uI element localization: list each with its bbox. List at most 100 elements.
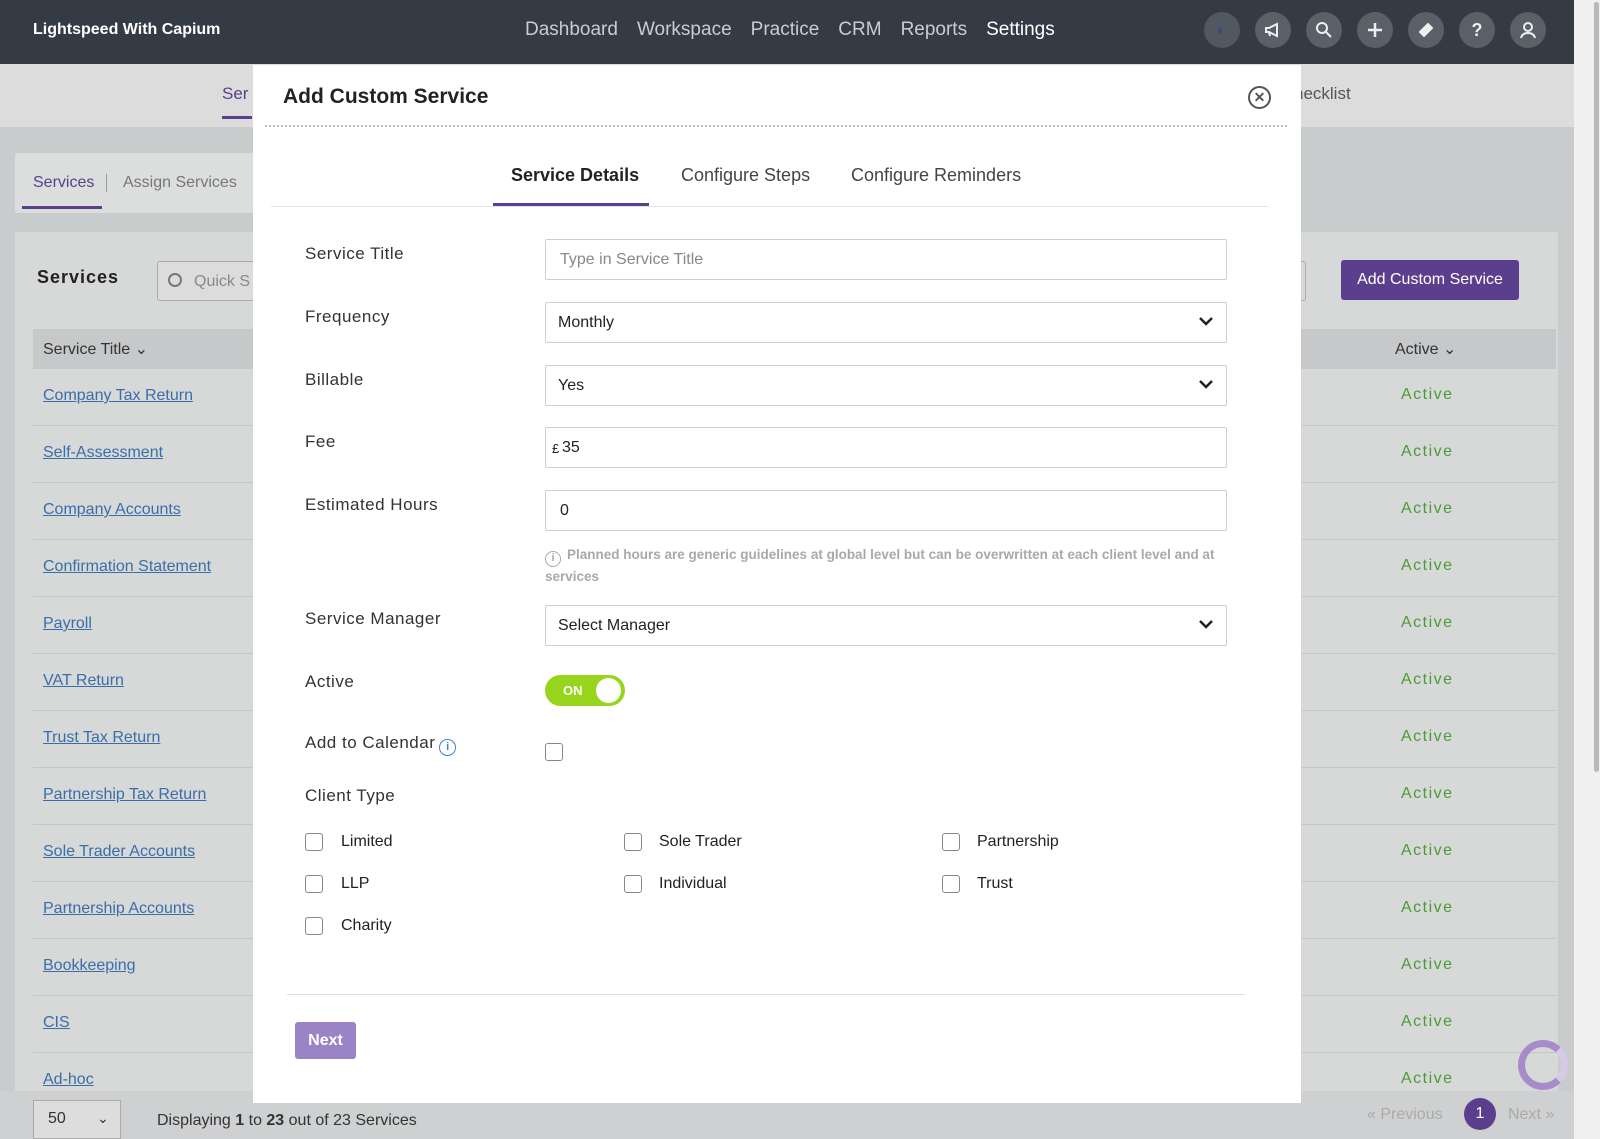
service-title-link[interactable]: Partnership Accounts [43, 900, 194, 918]
active-label: Active [305, 672, 355, 691]
service-title-link[interactable]: Partnership Tax Return [43, 786, 206, 804]
fee-input[interactable]: £ 35 [545, 427, 1227, 468]
toggle-state-text: ON [563, 683, 583, 698]
frequency-select[interactable]: Monthly [545, 302, 1227, 343]
plus-icon[interactable] [1357, 12, 1393, 48]
tab-assign-services[interactable]: Assign Services [123, 174, 237, 192]
chevron-down-icon: ⌄ [97, 1110, 109, 1126]
service-title-link[interactable]: Bookkeeping [43, 957, 136, 975]
nav-crm[interactable]: CRM [838, 19, 881, 41]
pagination-next[interactable]: Next » [1508, 1106, 1554, 1124]
client-type-charity-checkbox[interactable] [305, 917, 323, 935]
client-type-trust-checkbox[interactable] [942, 875, 960, 893]
pagination-previous[interactable]: « Previous [1367, 1106, 1443, 1124]
service-title-link[interactable]: Ad-hoc [43, 1071, 94, 1089]
client-type-individual-label: Individual [659, 875, 727, 892]
service-title-link[interactable]: Payroll [43, 615, 92, 633]
client-type-sole-trader-checkbox[interactable] [624, 833, 642, 851]
nav-practice[interactable]: Practice [751, 19, 820, 41]
client-type-limited-checkbox[interactable] [305, 833, 323, 851]
frequency-value: Monthly [558, 314, 615, 331]
subnav-checklist-tab[interactable]: hecklist [1294, 84, 1351, 104]
add-custom-service-modal: Add Custom Service ✕ Service Details Con… [253, 65, 1301, 1103]
megaphone-icon[interactable] [1255, 12, 1291, 48]
brand-name[interactable]: Lightspeed With Capium [33, 21, 220, 39]
add-custom-service-button[interactable]: Add Custom Service [1341, 260, 1519, 300]
tab-service-details[interactable]: Service Details [511, 165, 639, 186]
close-icon[interactable]: ✕ [1248, 86, 1271, 109]
services-tabs: Services Assign Services [15, 153, 255, 213]
header-icons: ◐ ? [1204, 12, 1546, 48]
user-icon[interactable] [1510, 12, 1546, 48]
toggle-knob [596, 678, 621, 703]
page-size-select[interactable]: 50 ⌄ [33, 1100, 121, 1139]
client-type-llp-checkbox[interactable] [305, 875, 323, 893]
status-badge: Active [1401, 899, 1454, 916]
nav-workspace[interactable]: Workspace [637, 19, 732, 41]
column-service-title[interactable]: Service Title ⌄ [43, 339, 148, 359]
info-icon[interactable]: i [439, 739, 457, 756]
nav-settings[interactable]: Settings [986, 19, 1055, 41]
fee-value: 35 [562, 439, 580, 456]
estimated-hours-hint: i Planned hours are generic guidelines at… [545, 547, 1215, 584]
client-type-limited-label: Limited [341, 833, 393, 850]
subnav-services-tab[interactable]: Ser [222, 84, 248, 104]
currency-symbol: £ [552, 441, 560, 456]
ticket-icon[interactable] [1408, 12, 1444, 48]
active-toggle[interactable]: ON [545, 675, 625, 706]
display-count: Displaying 1 to 23 out of 23 Services [157, 1112, 417, 1129]
search-icon[interactable] [1306, 12, 1342, 48]
service-title-link[interactable]: Trust Tax Return [43, 729, 160, 747]
estimated-hours-input[interactable]: 0 [545, 490, 1227, 531]
pagination-current-page[interactable]: 1 [1464, 1098, 1496, 1130]
billable-select[interactable]: Yes [545, 365, 1227, 406]
service-manager-select[interactable]: Select Manager [545, 605, 1227, 646]
service-title-link[interactable]: Self-Assessment [43, 444, 163, 462]
service-title-link[interactable]: Confirmation Statement [43, 558, 211, 576]
tab-configure-steps[interactable]: Configure Steps [681, 165, 810, 186]
info-icon: i [545, 551, 561, 567]
client-type-sole-trader-label: Sole Trader [659, 833, 742, 850]
tab-services[interactable]: Services [33, 174, 94, 192]
service-title-link[interactable]: VAT Return [43, 672, 124, 690]
service-title-link[interactable]: Company Tax Return [43, 387, 193, 405]
status-badge: Active [1401, 728, 1454, 745]
scrollbar-thumb[interactable] [1594, 2, 1599, 772]
help-icon[interactable]: ? [1459, 12, 1495, 48]
status-badge: Active [1401, 557, 1454, 574]
search-icon [168, 273, 182, 287]
search-placeholder: Quick S [194, 273, 251, 290]
service-title-label: Service Title [305, 244, 405, 263]
client-type-individual-checkbox[interactable] [624, 875, 642, 893]
status-badge: Active [1401, 614, 1454, 631]
page-size-value: 50 [48, 1110, 66, 1127]
client-type-label: Client Type [305, 786, 396, 805]
next-button[interactable]: Next [295, 1022, 356, 1059]
frequency-label: Frequency [305, 307, 390, 326]
status-badge: Active [1401, 386, 1454, 403]
modal-title: Add Custom Service [283, 85, 489, 108]
chevron-down-icon [1199, 317, 1213, 326]
quick-search-input[interactable]: Quick S [157, 261, 267, 301]
tab-configure-reminders[interactable]: Configure Reminders [851, 165, 1021, 186]
add-to-calendar-checkbox[interactable] [545, 743, 563, 761]
service-title-link[interactable]: CIS [43, 1014, 70, 1032]
service-manager-label: Service Manager [305, 609, 442, 628]
modal-divider [265, 125, 1287, 127]
nav-dashboard[interactable]: Dashboard [525, 19, 618, 41]
status-badge: Active [1401, 1013, 1454, 1030]
service-title-input[interactable]: Type in Service Title [545, 239, 1227, 280]
service-title-link[interactable]: Company Accounts [43, 501, 181, 519]
client-type-partnership-checkbox[interactable] [942, 833, 960, 851]
loading-spinner-icon [1518, 1040, 1568, 1090]
nav-reports[interactable]: Reports [901, 19, 968, 41]
subnav-active-indicator [222, 116, 252, 119]
estimated-hours-label: Estimated Hours [305, 495, 439, 514]
add-to-calendar-label: Add to Calendar i [305, 733, 457, 756]
tab-active-indicator [493, 203, 649, 206]
modal-tabs: Service Details Configure Steps Configur… [271, 165, 1268, 207]
capium-logo-icon[interactable]: ◐ [1204, 12, 1240, 48]
column-active[interactable]: Active ⌄ [1395, 339, 1456, 359]
service-title-link[interactable]: Sole Trader Accounts [43, 843, 195, 861]
client-type-partnership-label: Partnership [977, 833, 1059, 850]
